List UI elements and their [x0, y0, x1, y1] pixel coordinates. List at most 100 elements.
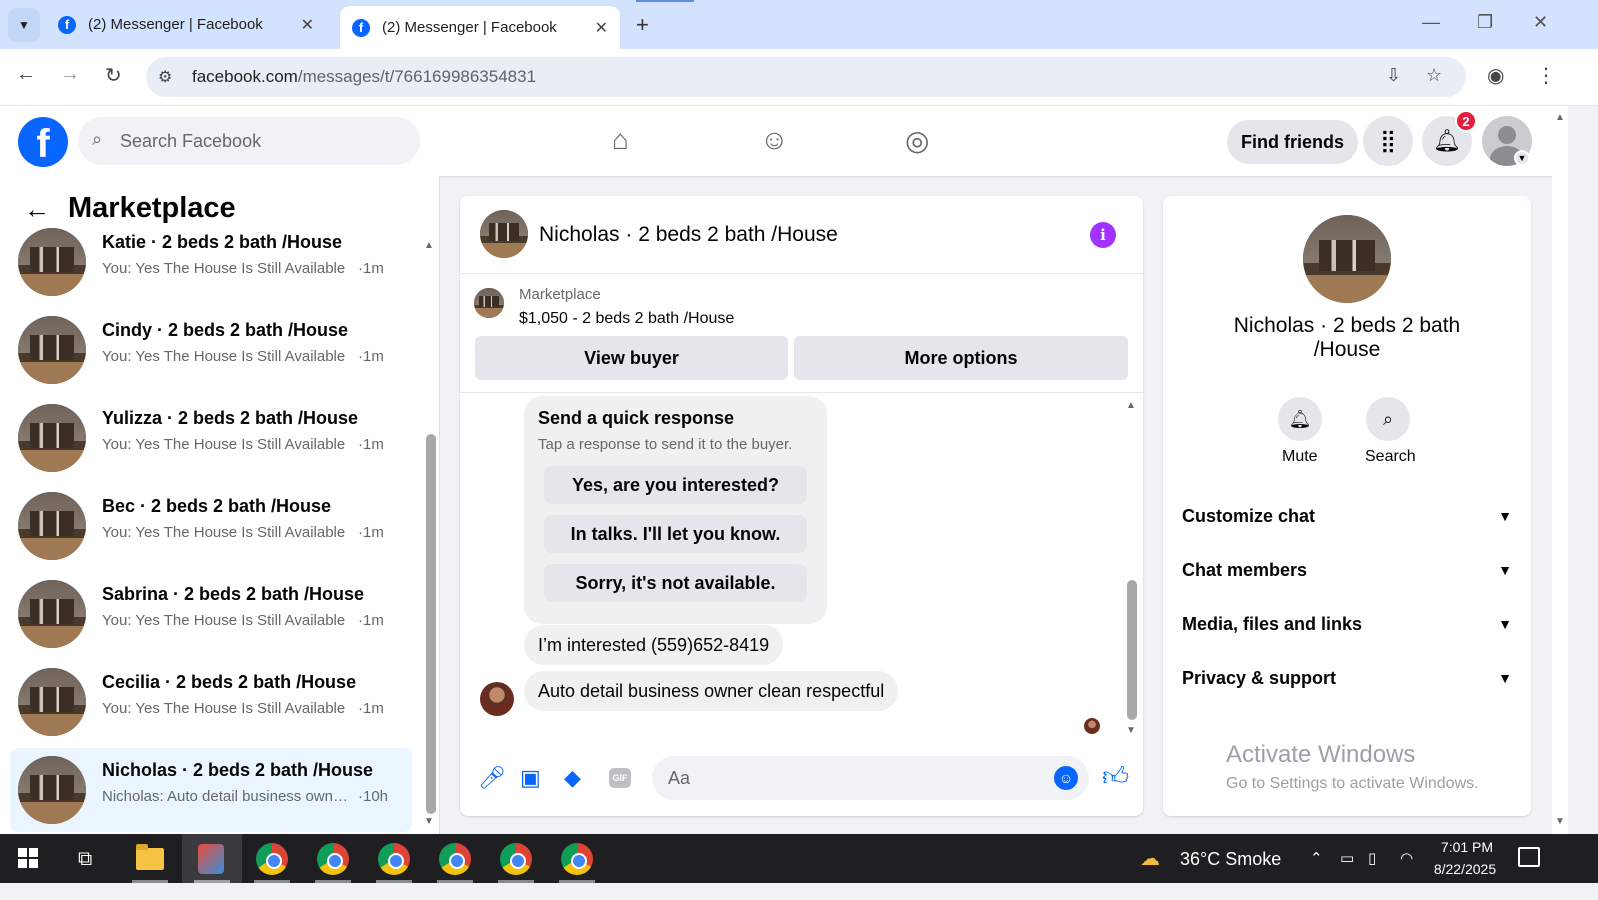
sender-avatar[interactable] [480, 682, 514, 716]
windows-taskbar: ⧉ ☁ 36°C Smoke ⌃ ▭ ▯ ◠ 7:01 PM 8/22/2025 [0, 834, 1598, 883]
chat-avatar[interactable] [480, 210, 528, 258]
facebook-favicon-icon: f [352, 18, 370, 37]
clock-time[interactable]: 7:01 PM [1436, 839, 1498, 855]
url-text[interactable]: facebook.com/messages/t/766169986354831 [192, 67, 536, 87]
conversation-item[interactable]: Katie · 2 beds 2 bath /House You: Yes Th… [10, 220, 412, 304]
chrome-icon[interactable] [439, 843, 471, 875]
chrome-icon[interactable] [317, 843, 349, 875]
conversation-item-selected[interactable]: Nicholas · 2 beds 2 bath /House Nicholas… [10, 748, 412, 832]
facebook-search[interactable]: ⌕ [78, 117, 420, 165]
restore-icon[interactable]: ❐ [1477, 12, 1493, 33]
emoji-icon[interactable]: ☺ [1054, 766, 1078, 790]
gif-icon[interactable]: GIF [609, 768, 631, 788]
facebook-logo[interactable]: f [18, 117, 68, 167]
forward-icon[interactable]: → [60, 63, 80, 86]
messages-scrollbar-thumb[interactable] [1127, 580, 1137, 720]
message-input-wrapper[interactable]: ☺ [652, 756, 1089, 800]
scroll-up-arrow-icon[interactable]: ▲ [1555, 112, 1565, 123]
profile-thumbnail[interactable] [1303, 215, 1391, 303]
conversation-item[interactable]: Bec · 2 beds 2 bath /House You: Yes The … [10, 484, 412, 568]
listing-price-title[interactable]: $1,050 - 2 beds 2 bath /House [519, 310, 734, 328]
bookmark-star-icon[interactable]: ☆ [1426, 65, 1442, 86]
quick-response-title: Send a quick response [538, 408, 735, 428]
message-bubble[interactable]: I’m interested (559)652-8419 [524, 625, 784, 665]
friends-icon[interactable]: ☺ [760, 124, 789, 156]
back-icon[interactable]: ← [16, 63, 36, 86]
address-bar[interactable]: ⚙ facebook.com/messages/t/76616998635483… [146, 57, 1466, 97]
quick-response-option[interactable]: Yes, are you interested? [544, 466, 807, 504]
tab-title: (2) Messenger | Facebook [88, 16, 263, 33]
conversation-item[interactable]: Cindy · 2 beds 2 bath /House You: Yes Th… [10, 308, 412, 392]
install-app-icon[interactable]: ⇩ [1386, 65, 1401, 86]
chrome-icon[interactable] [561, 843, 593, 875]
site-settings-icon[interactable]: ⚙ [158, 67, 172, 87]
facebook-header: f ⌕ ⌂ ☺ ◎ Find friends ⣿ 🔔︎ [0, 106, 1552, 176]
scroll-down-arrow-icon[interactable]: ▼ [1555, 816, 1565, 827]
file-explorer-icon[interactable] [136, 844, 164, 870]
section-chat-members[interactable]: Chat members ▼ [1182, 550, 1512, 590]
chat-title[interactable]: Nicholas · 2 beds 2 bath /House [539, 223, 838, 247]
photo-icon[interactable]: ▣ [520, 765, 541, 791]
section-media-files-links[interactable]: Media, files and links ▼ [1182, 604, 1512, 644]
home-icon[interactable]: ⌂ [612, 124, 629, 156]
chrome-icon[interactable] [256, 843, 288, 875]
profile-icon[interactable]: ◉ [1487, 63, 1504, 88]
conversation-item[interactable]: Yulizza · 2 beds 2 bath /House You: Yes … [10, 396, 412, 480]
listing-thumbnail[interactable] [474, 288, 504, 318]
tab-search-button[interactable]: ▼ [8, 8, 40, 42]
account-caret-icon[interactable]: ▼ [1514, 150, 1530, 166]
message-bubble[interactable]: Auto detail business owner clean respect… [524, 671, 899, 711]
reload-icon[interactable]: ↻ [105, 63, 122, 88]
weather-icon[interactable]: ☁ [1140, 846, 1160, 871]
window-close-icon[interactable]: ✕ [1533, 12, 1548, 33]
notification-center-icon[interactable] [1518, 847, 1540, 867]
mute-button[interactable]: 🔔︎ [1278, 397, 1322, 441]
windows-start-icon[interactable] [18, 848, 38, 868]
thumbs-up-icon[interactable]: 👍︎ [1102, 761, 1129, 792]
search-icon: ⌕ [1382, 408, 1394, 429]
sticker-icon[interactable]: ◆ [564, 765, 581, 791]
battery-icon[interactable]: ▯ [1368, 849, 1376, 867]
close-tab-icon[interactable]: ✕ [301, 15, 314, 35]
task-view-icon[interactable]: ⧉ [78, 848, 92, 871]
scroll-up-arrow-icon[interactable]: ▲ [1126, 400, 1136, 411]
info-icon[interactable]: i [1090, 222, 1116, 248]
search-input[interactable] [120, 117, 410, 165]
search-conversation-button[interactable]: ⌕ [1366, 397, 1410, 441]
browser-tab-2[interactable]: f (2) Messenger | Facebook ✕ [340, 6, 620, 49]
new-tab-button[interactable]: + [636, 12, 649, 38]
conversation-item[interactable]: Cecilia · 2 beds 2 bath /House You: Yes … [10, 660, 412, 744]
minimize-icon[interactable]: — [1422, 12, 1440, 33]
section-privacy-support[interactable]: Privacy & support ▼ [1182, 658, 1512, 698]
show-hidden-icons-icon[interactable]: ⌃ [1310, 849, 1323, 867]
browser-menu-icon[interactable]: ⋮ [1536, 63, 1556, 88]
message-input[interactable] [668, 756, 1048, 800]
more-options-button[interactable]: More options [794, 336, 1128, 380]
chrome-icon[interactable] [378, 843, 410, 875]
clock-date[interactable]: 8/22/2025 [1428, 861, 1502, 877]
conversation-item[interactable]: Sabrina · 2 beds 2 bath /House You: Yes … [10, 572, 412, 656]
close-tab-icon[interactable]: ✕ [595, 18, 608, 38]
scroll-up-arrow-icon[interactable]: ▲ [424, 240, 434, 251]
chrome-icon[interactable] [500, 843, 532, 875]
microphone-icon[interactable]: 🎤︎ [478, 765, 506, 791]
find-friends-button[interactable]: Find friends [1227, 120, 1358, 164]
wifi-icon[interactable]: ◠ [1400, 849, 1413, 867]
groups-icon[interactable]: ◎ [905, 124, 929, 157]
view-buyer-button[interactable]: View buyer [475, 336, 788, 380]
snipping-tool-icon[interactable] [198, 844, 224, 874]
meet-now-icon[interactable]: ▭ [1340, 849, 1354, 867]
chevron-down-icon: ▼ [1498, 616, 1512, 632]
weather-text[interactable]: 36°C Smoke [1180, 849, 1281, 870]
activate-windows-subtitle: Go to Settings to activate Windows. [1226, 775, 1479, 792]
conversation-name: Katie · 2 beds 2 bath /House [102, 232, 343, 252]
quick-response-option[interactable]: Sorry, it's not available. [544, 564, 807, 602]
section-customize-chat[interactable]: Customize chat ▼ [1182, 496, 1512, 536]
page-scrollbar[interactable]: ▲ ▼ [1552, 106, 1568, 834]
menu-grid-button[interactable]: ⣿ [1363, 116, 1413, 166]
quick-response-option[interactable]: In talks. I'll let you know. [544, 515, 807, 553]
scroll-down-arrow-icon[interactable]: ▼ [424, 816, 434, 827]
browser-tab-1[interactable]: f (2) Messenger | Facebook ✕ [46, 4, 326, 45]
sidebar-scrollbar-thumb[interactable] [426, 434, 436, 814]
scroll-down-arrow-icon[interactable]: ▼ [1126, 725, 1136, 736]
